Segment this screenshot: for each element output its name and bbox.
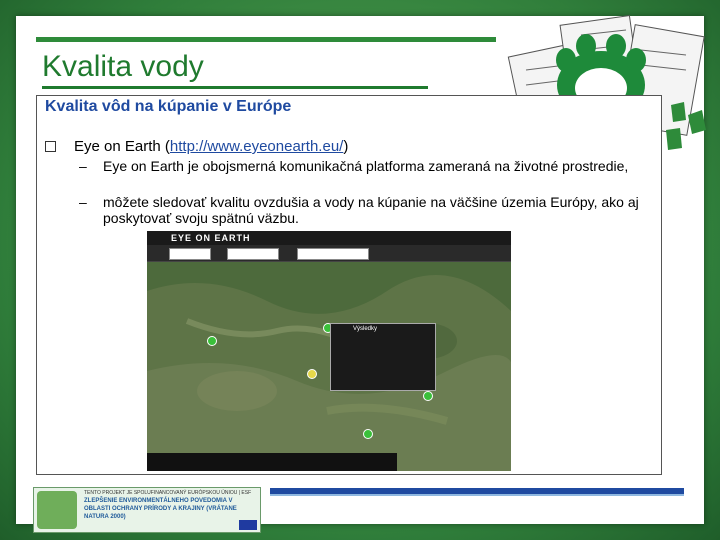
bullet-paren-open: ( — [160, 138, 170, 155]
section-subtitle: Kvalita vôd na kúpanie v Európe — [45, 98, 292, 115]
banner-text: ZLEPŠENIE ENVIRONMENTÁLNEHO POVEDOMIA V … — [84, 498, 237, 520]
eye-on-earth-map-screenshot: EYE ON EARTH Výsledky — [147, 231, 511, 471]
title-top-bar — [36, 37, 496, 42]
map-search-input[interactable] — [169, 248, 211, 260]
map-filter-select[interactable] — [227, 248, 279, 260]
bullet-eye-on-earth: Eye on Earth (http://www.eyeonearth.eu/) — [45, 138, 348, 155]
bullet-label: Eye on Earth — [74, 138, 161, 155]
banner-top-text: TENTO PROJEKT JE SPOLUFINANCOVANÝ EURÓPS… — [84, 490, 252, 496]
eyeonearth-link[interactable]: http://www.eyeonearth.eu/ — [170, 138, 343, 155]
title-underline — [42, 86, 428, 89]
sub-bullet-1: – Eye on Earth je obojsmerná komunikačná… — [79, 158, 639, 174]
bullet-paren-close: ) — [343, 138, 349, 155]
dash-1: – — [79, 158, 87, 174]
popup-title: Výsledky — [353, 326, 378, 332]
eu-flag-icon — [239, 520, 257, 530]
natura-logo-icon — [37, 491, 77, 529]
bullet-square-icon — [45, 140, 56, 152]
sub-bullet-2-text: môžete sledovať kvalitu ovzdušia a vody … — [103, 194, 639, 226]
map-pin[interactable] — [363, 429, 373, 439]
sub-bullet-1-text: Eye on Earth je obojsmerná komunikačná p… — [103, 158, 629, 174]
dash-2: – — [79, 194, 87, 210]
map-info-popup[interactable]: Výsledky — [330, 323, 436, 391]
footer-bar-light — [270, 494, 684, 496]
map-location-select[interactable] — [297, 248, 369, 260]
map-pin[interactable] — [423, 391, 433, 401]
sub-bullet-2: – môžete sledovať kvalitu ovzdušia a vod… — [79, 194, 639, 226]
map-pin[interactable] — [307, 369, 317, 379]
page-title: Kvalita vody — [42, 50, 204, 83]
map-terrain — [147, 261, 511, 471]
project-banner: TENTO PROJEKT JE SPOLUFINANCOVANÝ EURÓPS… — [33, 487, 261, 533]
map-brand: EYE ON EARTH — [171, 233, 251, 243]
map-footer — [147, 453, 397, 471]
content-panel: Kvalita vôd na kúpanie v Európe Eye on E… — [36, 95, 662, 475]
map-pin[interactable] — [207, 336, 217, 346]
